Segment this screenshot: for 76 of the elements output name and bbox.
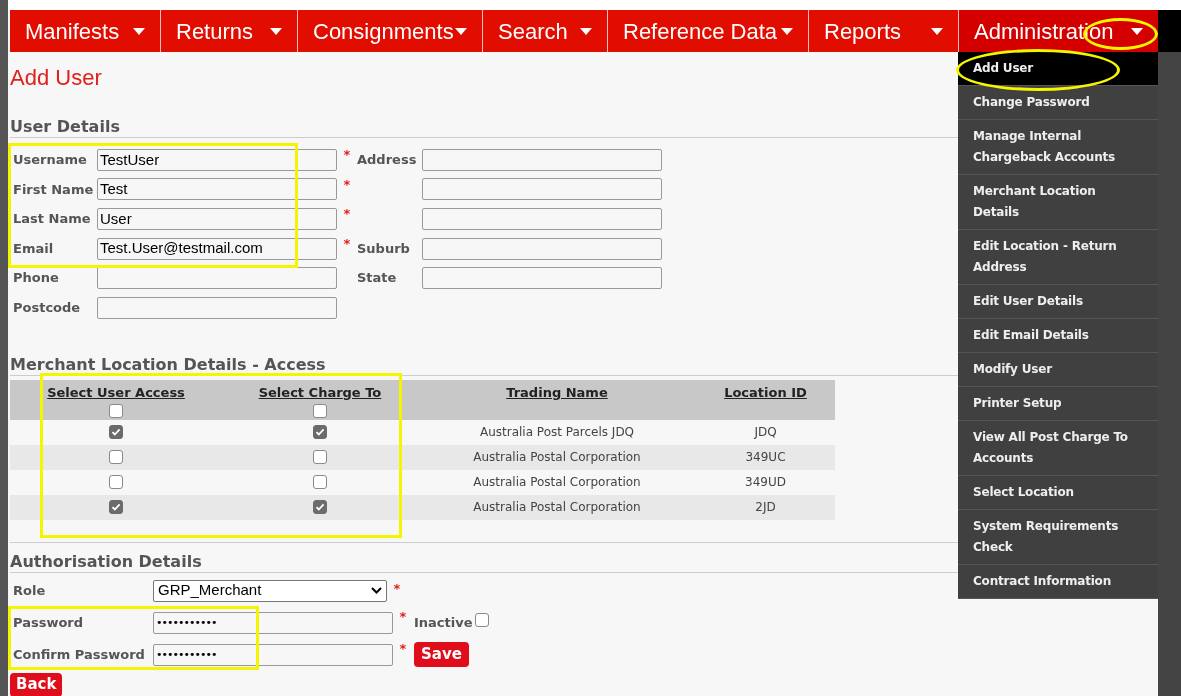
back-button[interactable]: Back: [10, 672, 63, 696]
password-field[interactable]: •••••••••••: [153, 643, 393, 666]
table-cell-text: 2JD: [755, 499, 776, 517]
caret-icon: [580, 27, 592, 35]
section-heading: Merchant Location Details - Access: [10, 354, 327, 375]
table-cell-text: Australia Postal Corporation: [473, 499, 641, 517]
text-field[interactable]: TestUser: [97, 148, 337, 171]
checkbox[interactable]: [474, 612, 489, 627]
checkmark-icon: [111, 502, 121, 513]
checkbox[interactable]: [313, 450, 327, 465]
caret-icon: [270, 27, 282, 35]
page-title: Add User: [10, 64, 103, 92]
role-select[interactable]: GRP_Merchant: [153, 579, 387, 602]
checkmark-icon: [315, 502, 325, 513]
required-marker: *: [343, 147, 351, 162]
field-label: Inactive: [414, 613, 473, 632]
checkbox[interactable]: [109, 500, 123, 515]
checkbox[interactable]: [109, 450, 123, 465]
table-cell-text: 349UC: [745, 449, 786, 467]
required-marker: *: [343, 235, 351, 251]
text-field[interactable]: [422, 208, 662, 230]
section-heading: Authorisation Details: [10, 551, 203, 572]
text-field[interactable]: Test: [97, 178, 337, 201]
text-field[interactable]: Test.User@testmail.com: [97, 237, 337, 260]
field-label: Password: [12, 613, 85, 632]
table-cell-text: Australia Postal Corporation: [473, 449, 641, 467]
column-header[interactable]: Select User Access: [47, 382, 185, 403]
field-label: Confirm Password: [12, 645, 146, 664]
checkmark-icon: [111, 427, 121, 438]
checkbox[interactable]: [313, 404, 327, 419]
text-field[interactable]: [422, 148, 662, 171]
required-marker: *: [393, 580, 401, 596]
text-field[interactable]: User: [97, 208, 337, 230]
field-label: Role: [12, 581, 47, 600]
section-heading: User Details: [10, 117, 121, 137]
checkbox[interactable]: [313, 425, 327, 440]
field-label: Suburb: [357, 240, 410, 256]
menu-item[interactable]: Add User: [958, 52, 1158, 86]
table-cell-text: 349UD: [745, 474, 786, 492]
field-label: Postcode: [12, 299, 82, 317]
field-label: Address: [357, 152, 417, 168]
table-cell-text: Australia Post Parcels JDQ: [479, 424, 635, 442]
field-label: Phone: [12, 269, 60, 288]
checkbox[interactable]: [109, 404, 123, 419]
save-button[interactable]: Save: [414, 642, 469, 668]
table-cell-text: Australia Postal Corporation: [473, 474, 641, 492]
required-marker: *: [399, 608, 407, 624]
caret-icon: [931, 27, 943, 35]
column-header[interactable]: Select Charge To: [258, 382, 382, 403]
table-cell-text: JDQ: [754, 424, 777, 442]
field-label: Last Name: [12, 210, 92, 229]
checkbox[interactable]: [109, 475, 123, 490]
text-field[interactable]: [422, 237, 662, 260]
password-field[interactable]: •••••••••••: [153, 611, 393, 634]
caret-icon: [781, 27, 793, 35]
caret-icon: [133, 27, 145, 35]
field-label: First Name: [12, 180, 95, 199]
column-header[interactable]: Trading Name: [506, 382, 608, 403]
checkbox[interactable]: [109, 425, 123, 440]
required-marker: *: [343, 176, 351, 192]
column-header[interactable]: Location ID: [724, 382, 807, 403]
text-field[interactable]: [422, 267, 662, 290]
checkmark-icon: [315, 427, 325, 438]
text-field[interactable]: [97, 267, 337, 290]
text-field[interactable]: [422, 178, 662, 201]
required-marker: *: [399, 640, 407, 656]
checkbox[interactable]: [313, 475, 327, 490]
text-field[interactable]: [97, 296, 337, 319]
checkbox[interactable]: [313, 500, 327, 515]
field-label: Username: [12, 151, 88, 170]
field-label: State: [357, 270, 397, 286]
caret-icon: [455, 27, 467, 35]
required-marker: *: [343, 206, 351, 222]
field-label: Email: [12, 239, 55, 258]
chevron-down-icon: [371, 587, 382, 595]
caret-icon: [1131, 27, 1143, 35]
